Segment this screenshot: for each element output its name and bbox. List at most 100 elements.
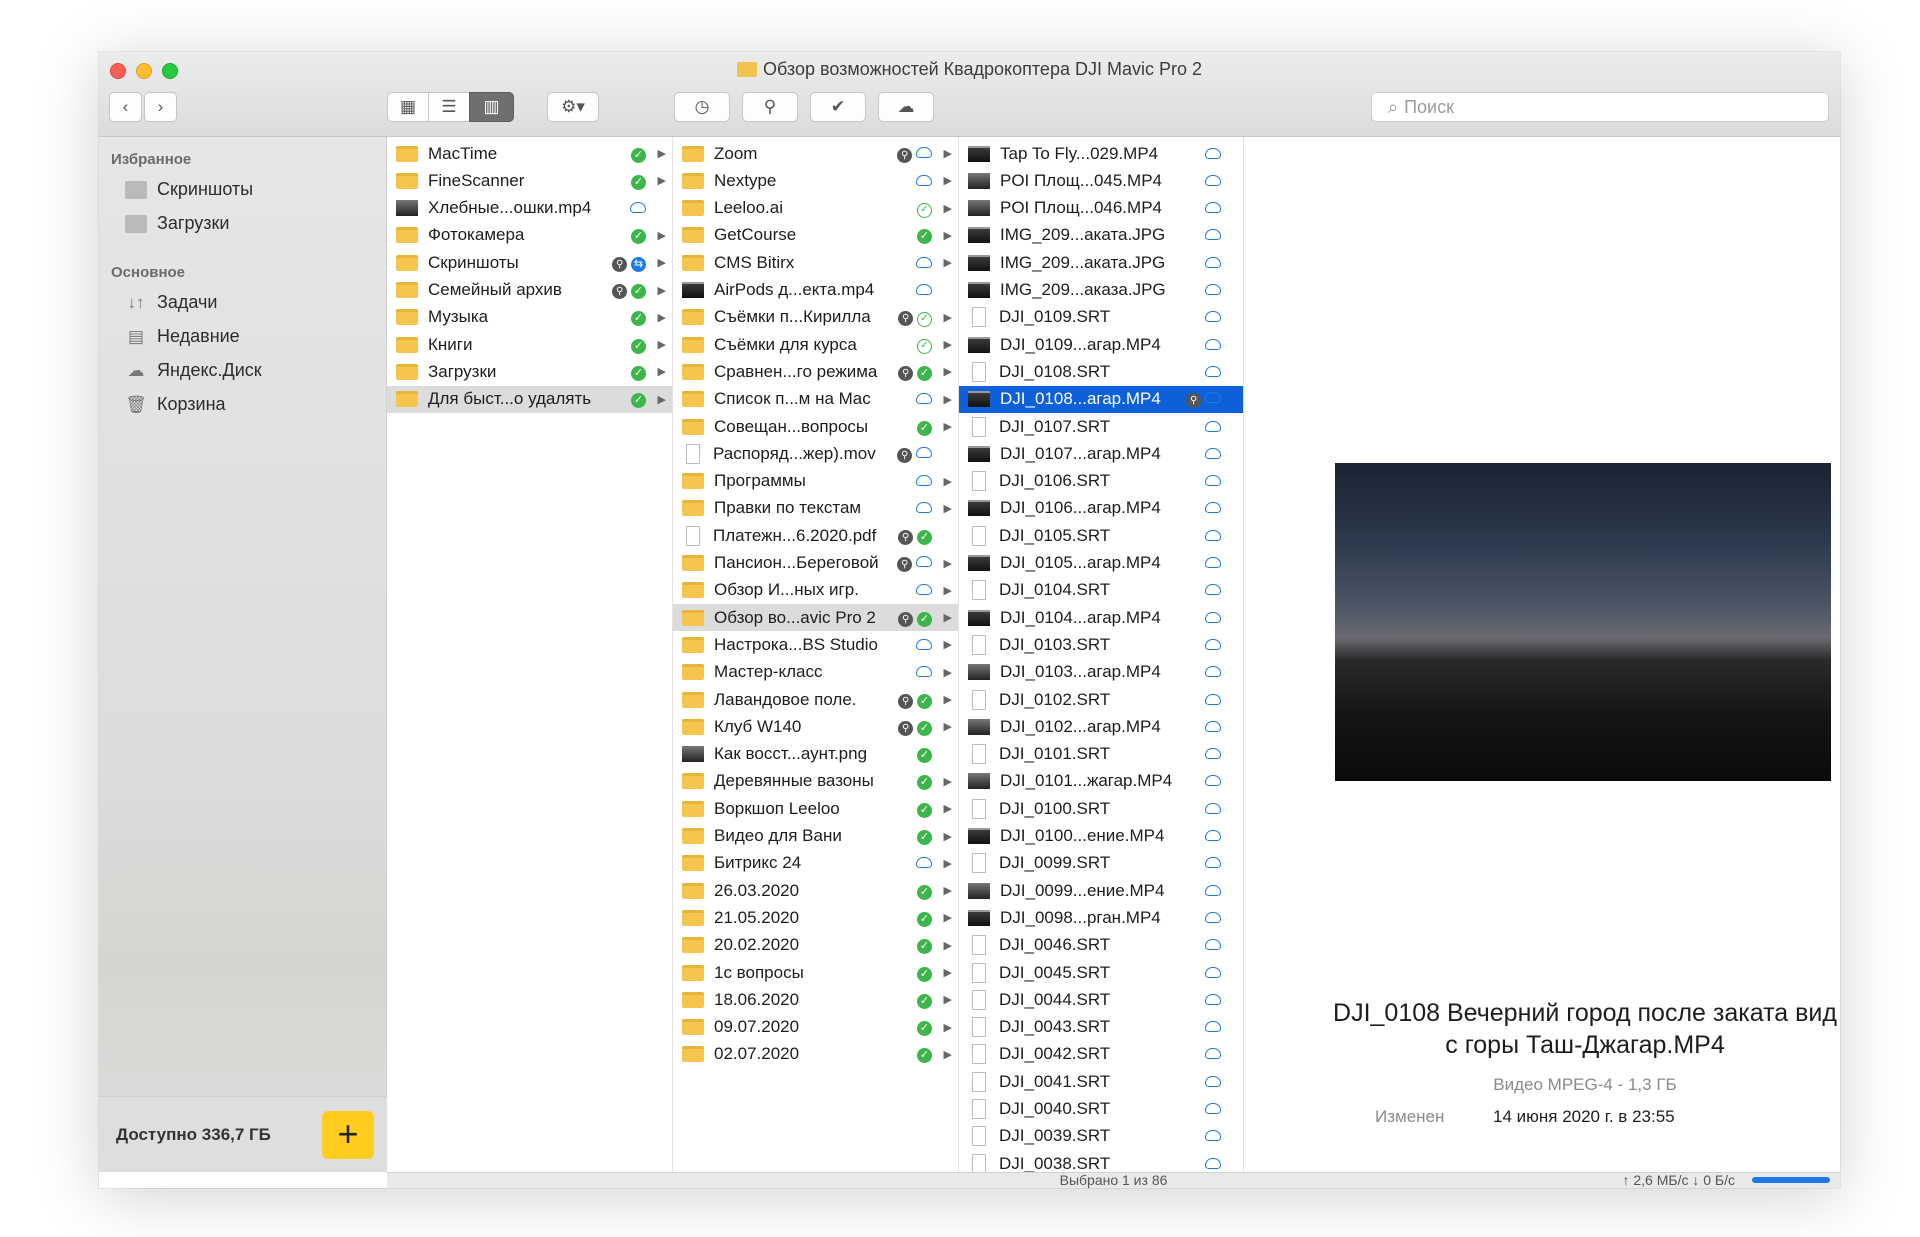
folder-row[interactable]: 09.07.2020 ✓ ▶ [673, 1014, 958, 1041]
folder-row[interactable]: Совещан...вопросы ✓ ▶ [673, 413, 958, 440]
folder-row[interactable]: 21.05.2020 ✓ ▶ [673, 904, 958, 931]
folder-row[interactable]: Музыка ✓ ▶ [387, 304, 672, 331]
file-row[interactable]: DJI_0109.SRT [959, 304, 1243, 331]
file-row[interactable]: DJI_0099.SRT [959, 850, 1243, 877]
file-row[interactable]: DJI_0107.SRT [959, 413, 1243, 440]
view-columns-button[interactable]: ▥ [469, 92, 514, 122]
file-row[interactable]: DJI_0101...жагар.MP4 [959, 768, 1243, 795]
sidebar-item-screenshots[interactable]: Скриншоты [125, 179, 253, 200]
file-row[interactable]: DJI_0044.SRT [959, 986, 1243, 1013]
folder-row[interactable]: CMS Bitirx ▶ [673, 249, 958, 276]
file-row[interactable]: DJI_0104.SRT [959, 577, 1243, 604]
folder-row[interactable]: Leeloo.ai ✓ ▶ [673, 195, 958, 222]
folder-row[interactable]: MacTime ✓ ▶ [387, 140, 672, 167]
file-row[interactable]: DJI_0043.SRT [959, 1014, 1243, 1041]
file-row[interactable]: DJI_0106...агар.MP4 [959, 495, 1243, 522]
cloud-button[interactable]: ☁ [878, 92, 934, 122]
file-row[interactable]: DJI_0045.SRT [959, 959, 1243, 986]
folder-row[interactable]: Мастер-класс ▶ [673, 659, 958, 686]
file-row[interactable]: Как восст...аунт.png ✓ [673, 741, 958, 768]
folder-row[interactable]: Фотокамера ✓ ▶ [387, 222, 672, 249]
file-row[interactable]: Tap To Fly...029.MP4 [959, 140, 1243, 167]
folder-row[interactable]: Обзор во...avic Pro 2 ⚲ ✓ ▶ [673, 604, 958, 632]
file-row[interactable]: DJI_0103...агар.MP4 [959, 659, 1243, 686]
file-row[interactable]: IMG_209...аказа.JPG [959, 277, 1243, 304]
folder-row[interactable]: Список п...м на Mac ▶ [673, 386, 958, 413]
folder-row[interactable]: Съёмки для курса ✓ ▶ [673, 331, 958, 358]
file-row[interactable]: IMG_209...аката.JPG [959, 249, 1243, 276]
folder-row[interactable]: Скриншоты ⚲ ⇆ ▶ [387, 249, 672, 276]
file-row[interactable]: DJI_0042.SRT [959, 1041, 1243, 1068]
file-row[interactable]: DJI_0108...агар.MP4 ⚲ [959, 385, 1243, 413]
folder-row[interactable]: Загрузки ✓ ▶ [387, 358, 672, 385]
file-row[interactable]: DJI_0100...ение.MP4 [959, 823, 1243, 850]
sync-status-button[interactable]: ✔ [810, 92, 866, 122]
folder-row[interactable]: Программы ▶ [673, 468, 958, 495]
folder-row[interactable]: Настрока...BS Studio ▶ [673, 631, 958, 658]
folder-row[interactable]: Съёмки п...Кирилла ⚲ ✓ ▶ [673, 304, 958, 331]
folder-row[interactable]: GetCourse ✓ ▶ [673, 222, 958, 249]
back-button[interactable]: ‹ [109, 92, 142, 122]
file-row[interactable]: DJI_0100.SRT [959, 795, 1243, 822]
video-thumbnail[interactable] [1335, 463, 1831, 781]
folder-row[interactable]: Книги ✓ ▶ [387, 331, 672, 358]
folder-row[interactable]: Клуб W140 ⚲ ✓ ▶ [673, 713, 958, 740]
file-row[interactable]: DJI_0041.SRT [959, 1068, 1243, 1095]
forward-button[interactable]: › [144, 92, 177, 122]
file-row[interactable]: Хлебные...ошки.mp4 [387, 195, 672, 222]
file-row[interactable]: DJI_0099...ение.MP4 [959, 877, 1243, 904]
folder-row[interactable]: Битрикс 24 ▶ [673, 850, 958, 877]
folder-row[interactable]: Семейный архив ⚲ ✓ ▶ [387, 277, 672, 304]
sidebar-item-recents[interactable]: ▤ Недавние [125, 326, 240, 347]
folder-row[interactable]: 18.06.2020 ✓ ▶ [673, 986, 958, 1013]
folder-row[interactable]: 20.02.2020 ✓ ▶ [673, 932, 958, 959]
file-row[interactable]: DJI_0105.SRT [959, 522, 1243, 549]
file-row[interactable]: DJI_0105...агар.MP4 [959, 550, 1243, 577]
file-row[interactable]: DJI_0098...рган.MP4 [959, 904, 1243, 931]
folder-row[interactable]: 02.07.2020 ✓ ▶ [673, 1041, 958, 1068]
folder-row[interactable]: Обзор И...ных игр. ▶ [673, 577, 958, 604]
folder-row[interactable]: Пансион...Береговой ⚲ ▶ [673, 550, 958, 577]
file-row[interactable]: Распоряд...жер).mov ⚲ [673, 440, 958, 467]
folder-row[interactable]: Правки по текстам ▶ [673, 495, 958, 522]
folder-row[interactable]: Видео для Вани ✓ ▶ [673, 823, 958, 850]
file-row[interactable]: DJI_0039.SRT [959, 1123, 1243, 1150]
folder-row[interactable]: FineScanner ✓ ▶ [387, 167, 672, 194]
file-row[interactable]: DJI_0106.SRT [959, 468, 1243, 495]
folder-row[interactable]: Nextype ▶ [673, 167, 958, 194]
file-row[interactable]: DJI_0102...агар.MP4 [959, 713, 1243, 740]
file-row[interactable]: IMG_209...аката.JPG [959, 222, 1243, 249]
file-row[interactable]: POI Площ...045.MP4 [959, 167, 1243, 194]
action-menu-button[interactable]: ⚙▾ [547, 92, 599, 122]
sidebar-item-yandex-disk[interactable]: ☁ Яндекс.Диск [125, 360, 262, 381]
sidebar-item-trash[interactable]: 🗑 Корзина [125, 394, 225, 415]
folder-row[interactable]: Воркшоп Leeloo ✓ ▶ [673, 795, 958, 822]
file-row[interactable]: DJI_0101.SRT [959, 741, 1243, 768]
add-button[interactable]: + [322, 1111, 374, 1159]
folder-row[interactable]: Деревянные вазоны ✓ ▶ [673, 768, 958, 795]
file-row[interactable]: DJI_0107...агар.MP4 [959, 440, 1243, 467]
sidebar-item-tasks[interactable]: ↓↑ Задачи [125, 292, 218, 313]
file-row[interactable]: AirPods д...екта.mp4 [673, 277, 958, 304]
file-row[interactable]: DJI_0040.SRT [959, 1096, 1243, 1123]
recent-button[interactable]: ◷ [674, 92, 730, 122]
file-row[interactable]: DJI_0102.SRT [959, 686, 1243, 713]
sidebar-item-downloads[interactable]: Загрузки [125, 213, 229, 234]
file-row[interactable]: POI Площ...046.MP4 [959, 195, 1243, 222]
file-row[interactable]: DJI_0038.SRT [959, 1150, 1243, 1172]
file-row[interactable]: Платежн...6.2020.pdf ⚲ ✓ [673, 522, 958, 549]
file-row[interactable]: DJI_0103.SRT [959, 631, 1243, 658]
folder-row[interactable]: Zoom ⚲ ▶ [673, 140, 958, 167]
view-icons-button[interactable]: ▦ [387, 92, 429, 122]
search-field[interactable]: ⌕ Поиск [1371, 92, 1829, 122]
folder-row[interactable]: 26.03.2020 ✓ ▶ [673, 877, 958, 904]
view-list-button[interactable]: ☰ [428, 92, 470, 122]
file-row[interactable]: DJI_0109...агар.MP4 [959, 331, 1243, 358]
file-row[interactable]: DJI_0108.SRT [959, 358, 1243, 385]
file-row[interactable]: DJI_0046.SRT [959, 932, 1243, 959]
folder-row[interactable]: Для быст...о удалять ✓ ▶ [387, 385, 672, 413]
file-row[interactable]: DJI_0104...агар.MP4 [959, 604, 1243, 631]
folder-row[interactable]: 1с вопросы ✓ ▶ [673, 959, 958, 986]
folder-row[interactable]: Лавандовое поле. ⚲ ✓ ▶ [673, 686, 958, 713]
folder-row[interactable]: Сравнен...го режима ⚲ ✓ ▶ [673, 358, 958, 385]
